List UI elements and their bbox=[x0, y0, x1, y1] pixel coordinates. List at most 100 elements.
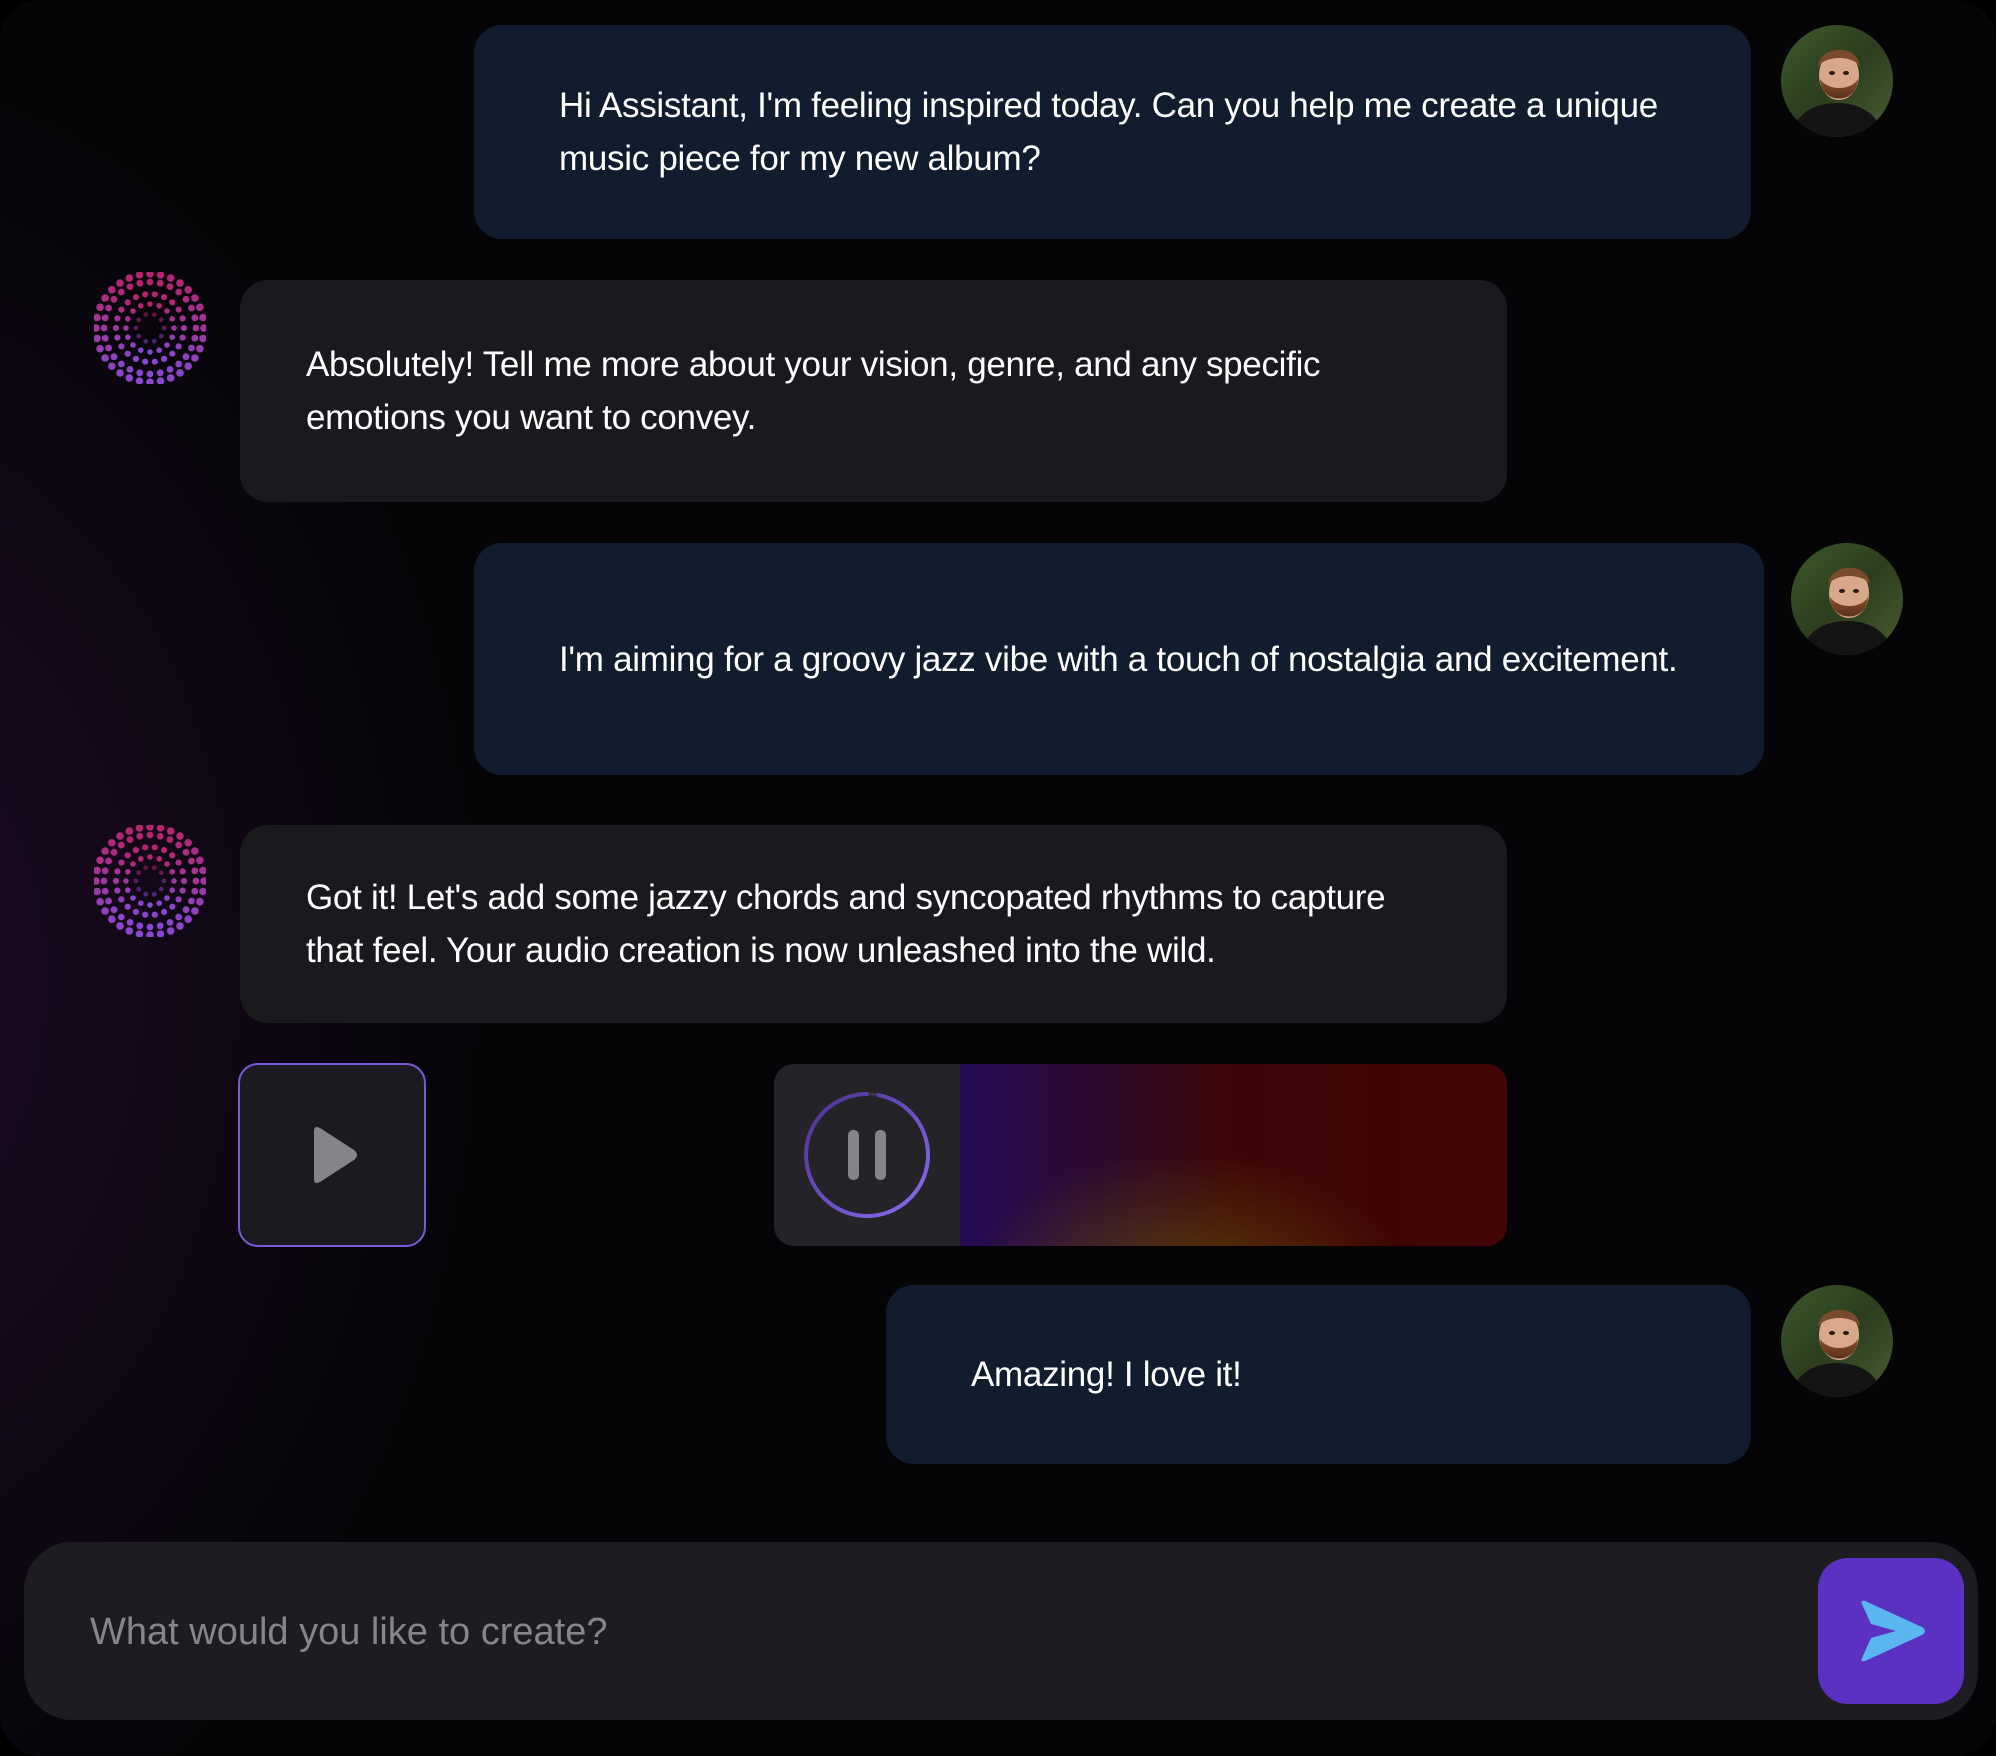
orb-dot bbox=[191, 887, 199, 895]
send-arrow-icon bbox=[1861, 1600, 1925, 1662]
orb-dot bbox=[93, 887, 101, 896]
orb-dot bbox=[142, 358, 149, 365]
orb-dot bbox=[133, 878, 139, 884]
orb-dot bbox=[96, 856, 104, 865]
orb-dot bbox=[138, 856, 144, 862]
orb-dot bbox=[176, 279, 184, 287]
orb-dot bbox=[142, 844, 149, 851]
orb-dot bbox=[116, 832, 124, 840]
orb-dot bbox=[125, 869, 131, 875]
orb-dot bbox=[114, 334, 121, 341]
orb-dot bbox=[124, 852, 131, 859]
orb-dot bbox=[138, 303, 144, 309]
orb-dot bbox=[136, 870, 142, 876]
orb-dot bbox=[151, 911, 158, 918]
orb-dot bbox=[156, 271, 165, 279]
message-text: Absolutely! Tell me more about your visi… bbox=[306, 345, 1321, 437]
orb-dot bbox=[146, 931, 154, 939]
orb-dot bbox=[200, 324, 208, 332]
orb-dot bbox=[182, 295, 190, 303]
user-avatar[interactable] bbox=[1781, 25, 1893, 137]
orb-dot bbox=[146, 278, 154, 286]
user-avatar[interactable] bbox=[1791, 543, 1903, 655]
orb-dot bbox=[130, 342, 136, 348]
orb-dot bbox=[114, 868, 121, 875]
play-button[interactable] bbox=[238, 1063, 426, 1247]
orb-dot bbox=[101, 867, 109, 875]
orb-dot bbox=[96, 303, 104, 312]
orb-dot bbox=[92, 324, 100, 332]
orb-dot bbox=[126, 366, 134, 373]
orb-dot bbox=[199, 313, 207, 322]
chat-window: Hi Assistant, I'm feeling inspired today… bbox=[0, 0, 1996, 1756]
orb-dot bbox=[151, 358, 158, 365]
pause-button[interactable] bbox=[774, 1064, 960, 1246]
orb-dot bbox=[191, 354, 199, 362]
orb-dot bbox=[191, 334, 199, 342]
orb-dot bbox=[184, 915, 192, 923]
orb-dot bbox=[93, 334, 101, 343]
orb-dot bbox=[130, 861, 136, 867]
orb-dot bbox=[132, 847, 139, 854]
orb-dot bbox=[175, 896, 182, 903]
orb-dot bbox=[101, 907, 109, 915]
orb-dot bbox=[175, 859, 182, 866]
orb-dot bbox=[180, 877, 188, 885]
orb-dot bbox=[191, 294, 199, 302]
prompt-input[interactable] bbox=[88, 1586, 1792, 1678]
orb-dot bbox=[156, 303, 162, 309]
orb-dot bbox=[180, 324, 188, 332]
orb-dot bbox=[114, 887, 121, 894]
orb-dot bbox=[151, 338, 157, 344]
orb-dot bbox=[117, 360, 125, 368]
orb-dot bbox=[136, 922, 144, 930]
assistant-orb-icon bbox=[92, 270, 208, 386]
assistant-message-bubble: Absolutely! Tell me more about your visi… bbox=[240, 280, 1507, 502]
orb-dot bbox=[135, 271, 144, 279]
user-avatar[interactable] bbox=[1781, 1285, 1893, 1397]
orb-dot bbox=[138, 347, 144, 353]
orb-dot bbox=[143, 891, 149, 897]
orb-dot bbox=[151, 891, 157, 897]
orb-dot bbox=[169, 316, 175, 322]
orb-dot bbox=[199, 334, 207, 343]
orb-dot bbox=[146, 370, 154, 378]
send-button[interactable] bbox=[1818, 1558, 1964, 1704]
orb-dot bbox=[158, 317, 164, 323]
orb-dot bbox=[196, 856, 204, 865]
orb-dot bbox=[156, 900, 162, 906]
orb-dot bbox=[147, 902, 153, 908]
orb-dot bbox=[136, 333, 142, 339]
orb-dot bbox=[161, 847, 168, 854]
message-text: Got it! Let's add some jazzy chords and … bbox=[306, 878, 1386, 970]
orb-dot bbox=[110, 848, 118, 856]
orb-dot bbox=[112, 324, 120, 332]
orb-dot bbox=[147, 301, 153, 307]
orb-dot bbox=[101, 314, 109, 322]
orb-dot bbox=[175, 343, 182, 350]
orb-dot bbox=[146, 823, 154, 831]
orb-dot bbox=[117, 913, 125, 921]
orb-dot bbox=[108, 915, 116, 923]
orb-dot bbox=[182, 353, 190, 361]
orb-dot bbox=[142, 291, 149, 298]
orb-dot bbox=[116, 922, 124, 930]
orb-dot bbox=[116, 369, 124, 377]
message-text: Hi Assistant, I'm feeling inspired today… bbox=[559, 86, 1658, 178]
orb-dot bbox=[132, 908, 139, 915]
orb-dot bbox=[96, 344, 104, 353]
message-composer bbox=[24, 1542, 1978, 1720]
orb-dot bbox=[200, 877, 208, 885]
orb-dot bbox=[147, 854, 153, 860]
orb-dot bbox=[126, 919, 134, 926]
orb-dot bbox=[175, 913, 183, 921]
orb-dot bbox=[93, 313, 101, 322]
orb-dot bbox=[156, 369, 164, 377]
orb-dot bbox=[156, 930, 165, 938]
orb-dot bbox=[101, 887, 109, 895]
orb-dot bbox=[179, 315, 186, 322]
orb-dot bbox=[169, 852, 176, 859]
orb-dot bbox=[192, 324, 200, 332]
orb-dot bbox=[116, 279, 124, 287]
orb-dot bbox=[125, 927, 134, 935]
